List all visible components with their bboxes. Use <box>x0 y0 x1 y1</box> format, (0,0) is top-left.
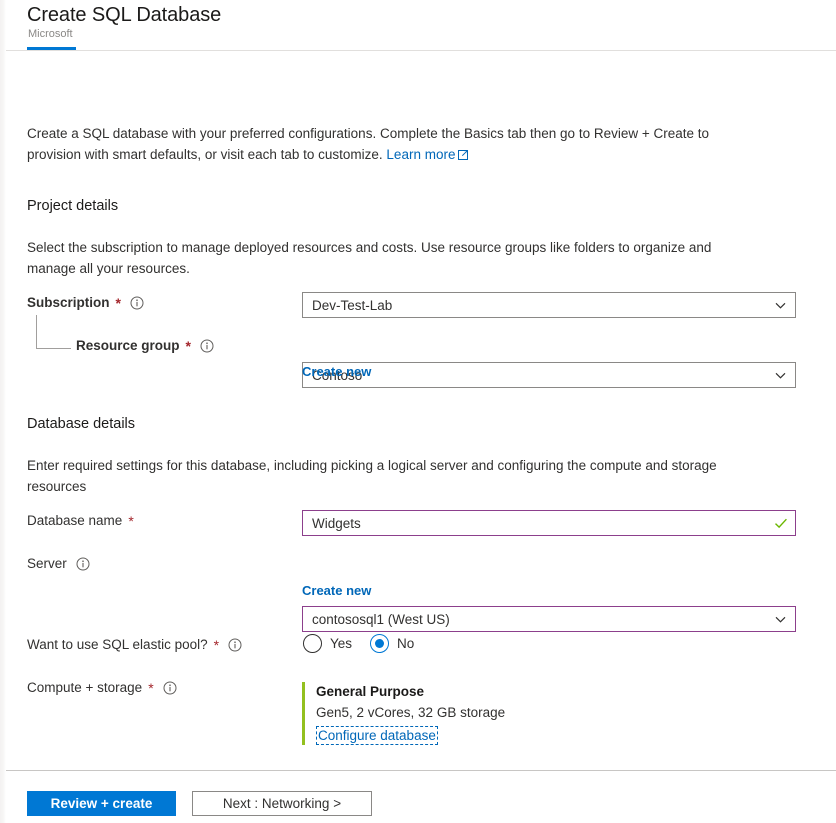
elastic-pool-radio-yes-label: Yes <box>330 636 352 651</box>
database-name-label-group: Database name * <box>27 513 134 528</box>
blade-edge-shadow <box>0 0 6 823</box>
elastic-pool-radio-yes[interactable]: Yes <box>303 634 352 653</box>
database-details-heading: Database details <box>27 416 135 432</box>
chevron-down-icon <box>773 368 787 382</box>
database-name-required-marker: * <box>128 514 133 528</box>
active-tab-indicator <box>27 47 76 50</box>
subscription-label-group: Subscription * <box>27 295 144 310</box>
project-details-heading: Project details <box>27 198 118 214</box>
configure-database-link[interactable]: Configure database <box>316 726 438 745</box>
valid-check-icon <box>773 515 789 531</box>
elastic-pool-label-group: Want to use SQL elastic pool? * <box>27 637 242 652</box>
server-dropdown[interactable]: contososql1 (West US) <box>302 606 796 632</box>
blade-footer: Review + create Next : Networking > <box>0 771 836 823</box>
external-link-icon <box>458 145 469 166</box>
elastic-pool-label: Want to use SQL elastic pool? <box>27 637 208 652</box>
compute-storage-card: General Purpose Gen5, 2 vCores, 32 GB st… <box>302 682 505 745</box>
intro-paragraph: Create a SQL database with your preferre… <box>27 123 747 166</box>
compute-storage-label-group: Compute + storage * <box>27 680 177 695</box>
blade-header: Create SQL Database Microsoft <box>0 0 836 51</box>
resource-group-required-marker: * <box>186 339 191 353</box>
learn-more-link[interactable]: Learn more <box>386 147 455 162</box>
chevron-down-icon <box>773 298 787 312</box>
intro-text: Create a SQL database with your preferre… <box>27 126 709 162</box>
subscription-label: Subscription <box>27 295 110 310</box>
chevron-down-icon <box>773 612 787 626</box>
elastic-pool-required-marker: * <box>214 638 219 652</box>
create-sql-database-blade: Create SQL Database Microsoft Create a S… <box>0 0 836 823</box>
subscription-dropdown[interactable]: Dev-Test-Lab <box>302 292 796 318</box>
info-icon[interactable] <box>228 638 242 652</box>
database-name-input[interactable] <box>312 512 773 534</box>
info-icon[interactable] <box>130 296 144 310</box>
compute-specs: Gen5, 2 vCores, 32 GB storage <box>316 702 505 724</box>
info-icon[interactable] <box>163 681 177 695</box>
elastic-pool-radio-no-label: No <box>397 636 414 651</box>
compute-tier-name: General Purpose <box>316 682 505 702</box>
publisher-label: Microsoft <box>28 28 73 40</box>
subscription-required-marker: * <box>116 296 121 310</box>
review-create-button[interactable]: Review + create <box>27 791 176 816</box>
database-name-field[interactable] <box>302 510 796 536</box>
resource-group-label-group: Resource group * <box>76 338 214 353</box>
server-label-group: Server <box>27 556 90 571</box>
subscription-value: Dev-Test-Lab <box>312 298 773 313</box>
radio-circle-icon <box>303 634 322 653</box>
next-networking-button[interactable]: Next : Networking > <box>192 791 372 816</box>
server-value: contososql1 (West US) <box>312 612 773 627</box>
resource-group-create-new-link[interactable]: Create new <box>302 364 371 379</box>
page-title: Create SQL Database <box>27 4 221 27</box>
info-icon[interactable] <box>76 557 90 571</box>
info-icon[interactable] <box>200 339 214 353</box>
database-details-description: Enter required settings for this databas… <box>27 455 757 497</box>
blade-content: Create a SQL database with your preferre… <box>0 51 836 129</box>
compute-storage-required-marker: * <box>148 681 153 695</box>
resource-group-dropdown[interactable]: Contoso <box>302 362 796 388</box>
database-name-label: Database name <box>27 513 122 528</box>
elastic-pool-radio-no[interactable]: No <box>370 634 414 653</box>
project-details-description: Select the subscription to manage deploy… <box>27 237 757 279</box>
server-create-new-link[interactable]: Create new <box>302 583 371 598</box>
compute-storage-label: Compute + storage <box>27 680 142 695</box>
radio-circle-selected-icon <box>370 634 389 653</box>
resource-group-tree-connector <box>36 315 71 349</box>
elastic-pool-radio-group: Yes No <box>303 634 414 653</box>
server-label: Server <box>27 556 67 571</box>
resource-group-label: Resource group <box>76 338 180 353</box>
resource-group-value: Contoso <box>312 368 773 383</box>
